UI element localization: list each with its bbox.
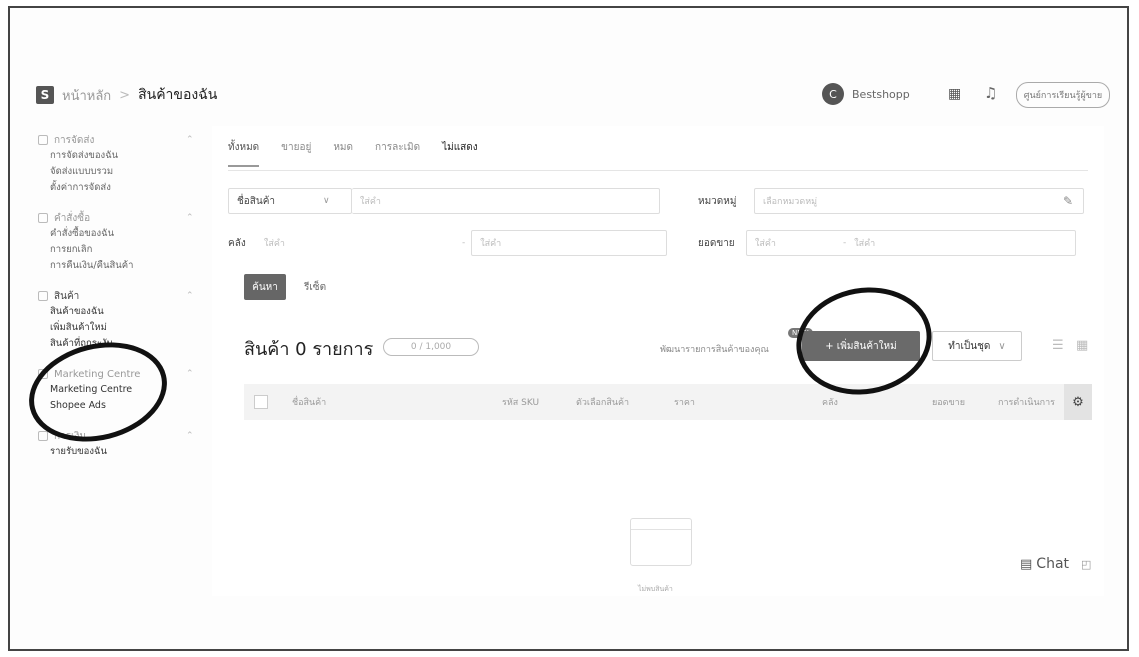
chevron-up-icon[interactable]: ⌃	[186, 135, 194, 145]
minimize-icon[interactable]: ◰	[1081, 558, 1091, 571]
product-name-input[interactable]: ใส่คำ	[352, 188, 660, 214]
category-placeholder: เลือกหมวดหมู่	[763, 197, 818, 207]
grid-view-icon[interactable]: ▦	[1076, 338, 1088, 353]
sidebar-item-cancellation[interactable]: การยกเลิก	[38, 242, 198, 258]
filter-row-category: หมวดหมู่ เลือกหมวดหมู่ ✎	[698, 188, 1084, 214]
sidebar-item-my-products[interactable]: สินค้าของฉัน	[38, 304, 198, 320]
stock-min-input[interactable]: ใส่คำ	[256, 230, 456, 256]
top-bar: S หน้าหลัก > สินค้าของฉัน C Bestshopp ▦ …	[36, 80, 1126, 110]
tab-violation[interactable]: การละเมิด	[375, 140, 420, 167]
tab-live[interactable]: ขายอยู่	[281, 140, 311, 167]
improve-listings-link[interactable]: พัฒนารายการสินค้าของคุณ	[660, 342, 769, 356]
product-limit-badge: 0 / 1,000	[383, 338, 479, 356]
main-panel: ทั้งหมด ขายอยู่ หมด การละเมิด ไม่แสดง ชื…	[212, 126, 1104, 596]
edit-pencil-icon[interactable]: ✎	[1063, 194, 1073, 208]
column-stock[interactable]: คลัง	[822, 395, 838, 409]
wallet-icon	[38, 431, 48, 441]
shop-name: Bestshopp	[852, 87, 910, 101]
column-sales[interactable]: ยอดขาย	[932, 395, 965, 409]
tab-all[interactable]: ทั้งหมด	[228, 140, 260, 167]
breadcrumb-current: สินค้าของฉัน	[138, 87, 218, 103]
column-price[interactable]: ราคา	[674, 395, 695, 409]
filter-row-stock: คลัง ใส่คำ - ใส่คำ	[228, 230, 668, 256]
sidebar-item-my-shipping[interactable]: การจัดส่งของฉัน	[38, 148, 198, 164]
breadcrumb-home[interactable]: หน้าหลัก	[62, 85, 111, 106]
chevron-up-icon[interactable]: ⌃	[186, 369, 194, 379]
sidebar-header-orders[interactable]: คำสั่งซื้อ ⌃	[38, 210, 198, 226]
bell-icon[interactable]: ♫	[984, 84, 997, 102]
chevron-down-icon: ∨	[998, 340, 1006, 352]
avatar: C	[822, 83, 844, 105]
tab-soldout[interactable]: หมด	[333, 140, 353, 167]
sidebar-header-label: คำสั่งซื้อ	[54, 212, 91, 224]
product-name-select-value: ชื่อสินค้า	[237, 195, 276, 207]
sidebar-item-mass-ship[interactable]: จัดส่งแบบบรวม	[38, 164, 198, 180]
shopee-logo-icon[interactable]: S	[36, 86, 54, 104]
sidebar-item-my-orders[interactable]: คำสั่งซื้อของฉัน	[38, 226, 198, 242]
sidebar-item-return-refund[interactable]: การคืนเงิน/คืนสินค้า	[38, 258, 198, 274]
sidebar-item-shipping-settings[interactable]: ตั้งค่าการจัดส่ง	[38, 180, 198, 196]
category-label: หมวดหมู่	[698, 195, 737, 207]
sidebar-header-products[interactable]: สินค้า ⌃	[38, 288, 198, 304]
stock-label: คลัง	[228, 237, 246, 249]
chevron-down-icon: ∨	[323, 196, 330, 206]
column-product-name: ชื่อสินค้า	[292, 398, 327, 408]
search-button[interactable]: ค้นหา	[244, 274, 286, 300]
apps-grid-icon[interactable]: ▦	[948, 87, 962, 101]
stock-max-placeholder: ใส่คำ	[480, 239, 502, 249]
product-name-placeholder: ใส่คำ	[360, 197, 381, 207]
chevron-up-icon[interactable]: ⌃	[186, 291, 194, 301]
chevron-up-icon[interactable]: ⌃	[186, 213, 194, 223]
category-select[interactable]: เลือกหมวดหมู่ ✎	[754, 188, 1084, 214]
select-all-checkbox[interactable]	[254, 395, 268, 409]
truck-icon	[38, 135, 48, 145]
sales-range-separator: -	[843, 238, 847, 248]
sales-label: ยอดขาย	[698, 237, 735, 249]
sales-min-placeholder: ใส่คำ	[755, 239, 776, 249]
tab-unlisted[interactable]: ไม่แสดง	[442, 140, 478, 167]
reset-button[interactable]: รีเซ็ต	[304, 274, 326, 300]
stock-min-placeholder: ใส่คำ	[264, 239, 285, 249]
column-variations: ตัวเลือกสินค้า	[576, 398, 630, 408]
sales-max-placeholder: ใส่คำ	[854, 239, 876, 249]
sidebar-item-add-product[interactable]: เพิ่มสินค้าใหม่	[38, 320, 198, 336]
status-tabs: ทั้งหมด ขายอยู่ หมด การละเมิด ไม่แสดง	[228, 140, 500, 167]
seller-education-button[interactable]: ศูนย์การเรียนรู้ผู้ขาย	[1016, 82, 1110, 108]
bulk-action-button[interactable]: ทำเป็นชุด ∨	[932, 331, 1022, 361]
chat-icon: ▤	[1020, 556, 1033, 572]
chat-label: Chat	[1036, 556, 1070, 572]
empty-box-icon	[630, 518, 692, 566]
tab-divider	[228, 170, 1088, 171]
column-actions: การดำเนินการ	[998, 398, 1055, 408]
column-sku: รหัส SKU	[502, 398, 540, 408]
product-count-title: สินค้า 0 รายการ	[244, 339, 374, 360]
sidebar-header-shipping[interactable]: การจัดส่ง ⌃	[38, 132, 198, 148]
filter-row-name: ชื่อสินค้า ∨ ใส่คำ	[228, 188, 660, 214]
empty-state-text: ไม่พบสินค้า	[638, 585, 673, 593]
filter-row-sales: ยอดขาย ใส่คำ - ใส่คำ	[698, 230, 1076, 256]
product-box-icon	[38, 291, 48, 301]
sales-range-input[interactable]: ใส่คำ - ใส่คำ	[746, 230, 1076, 256]
table-header: ชื่อสินค้า รหัส SKU ตัวเลือกสินค้า ราคา …	[244, 384, 1092, 420]
orders-icon	[38, 213, 48, 223]
product-name-select[interactable]: ชื่อสินค้า ∨	[228, 188, 352, 214]
stock-max-input[interactable]: ใส่คำ	[471, 230, 668, 256]
list-view-icon[interactable]: ☰	[1052, 338, 1064, 353]
sidebar-header-label: การจัดส่ง	[54, 134, 95, 146]
sidebar-section-orders: คำสั่งซื้อ ⌃ คำสั่งซื้อของฉัน การยกเลิก ก…	[38, 210, 198, 274]
chat-widget[interactable]: ▤ Chat ◰	[1020, 556, 1091, 572]
chevron-up-icon[interactable]: ⌃	[186, 431, 194, 441]
sidebar-section-shipping: การจัดส่ง ⌃ การจัดส่งของฉัน จัดส่งแบบบรวม…	[38, 132, 198, 196]
sidebar-item-my-income[interactable]: รายรับของฉัน	[38, 444, 198, 460]
column-settings-icon[interactable]: ⚙	[1064, 384, 1092, 420]
sidebar-header-label: สินค้า	[54, 290, 80, 302]
shop-account[interactable]: C Bestshopp	[822, 83, 910, 105]
breadcrumb-separator: >	[119, 87, 131, 103]
bulk-action-label: ทำเป็นชุด	[948, 340, 991, 352]
stock-range-separator: -	[462, 238, 466, 248]
